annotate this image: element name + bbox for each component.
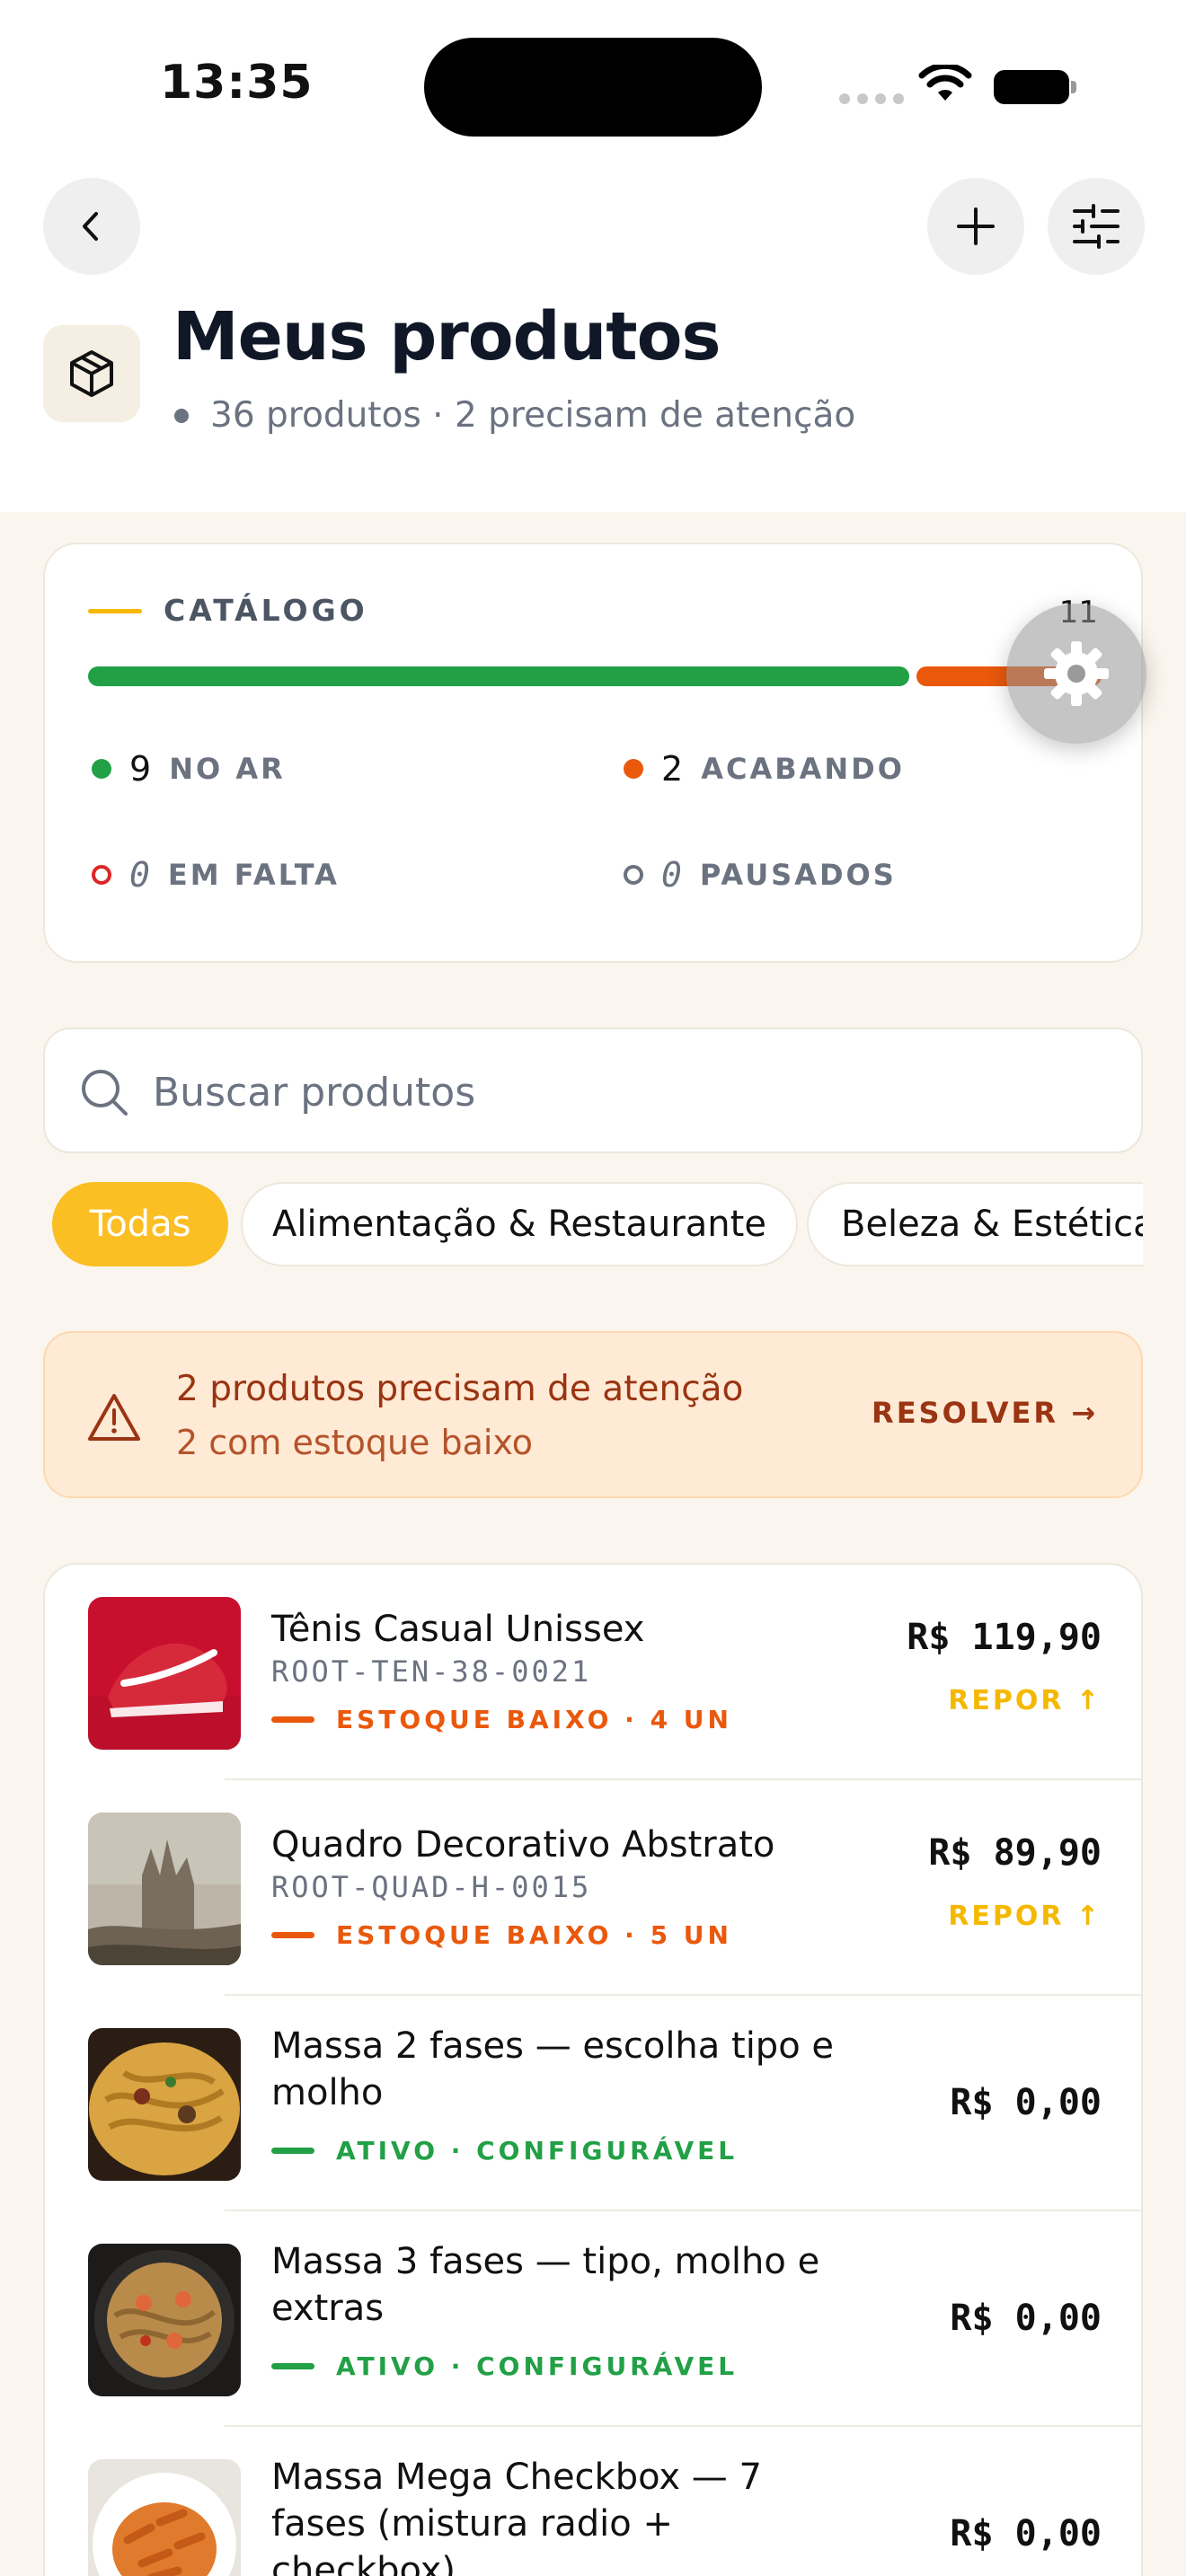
page-title: Meus produtos <box>173 298 721 375</box>
status-indicators <box>839 63 1091 108</box>
green-status-dot <box>92 759 111 779</box>
restock-button[interactable]: REPOR ↑ <box>948 1901 1102 1932</box>
battery-tip <box>1071 81 1076 93</box>
product-thumbnail-penne <box>88 2459 241 2576</box>
product-name: Quadro Decorativo Abstrato <box>271 1824 775 1866</box>
chip-todas[interactable]: Todas <box>52 1182 228 1266</box>
product-price: R$ 89,90 <box>928 1832 1102 1874</box>
stat-pausados: 0 PAUSADOS <box>624 855 897 895</box>
category-chips: Todas Alimentação & Restaurante Beleza &… <box>52 1182 1143 1270</box>
product-status: ATIVO · CONFIGURÁVEL <box>271 2136 738 2166</box>
stat-pausados-value: 0 <box>661 855 682 895</box>
alert-subtitle: 2 com estoque baixo <box>176 1423 534 1462</box>
status-line <box>271 2148 314 2154</box>
subtitle-dot <box>174 408 189 423</box>
cellular-signal-icon <box>839 93 904 104</box>
product-status: ESTOQUE BAIXO · 5 UN <box>271 1920 732 1950</box>
catalog-accent-dash <box>88 609 142 613</box>
stat-pausados-label: PAUSADOS <box>699 858 897 892</box>
stat-no-ar: 9 NO AR <box>92 749 286 789</box>
stat-em-falta: 0 EM FALTA <box>92 855 340 895</box>
product-row[interactable]: Massa Mega Checkbox — 7 fases (mistura r… <box>45 2427 1141 2576</box>
product-name: Tênis Casual Unissex <box>271 1609 645 1650</box>
product-sku: ROOT-TEN-38-0021 <box>271 1654 592 1689</box>
subtitle-text: 36 produtos · 2 precisam de atenção <box>210 395 856 436</box>
gear-icon <box>1044 641 1109 706</box>
restock-button[interactable]: REPOR ↑ <box>948 1685 1102 1716</box>
catalog-summary-card: CATÁLOGO 11 9 NO AR 2 ACABANDO 0 EM FALT… <box>43 543 1143 963</box>
red-ring-dot <box>92 865 111 885</box>
header: 13:35 Meus produtos 36 produtos · 2 prec… <box>0 0 1186 512</box>
attention-alert: 2 produtos precisam de atenção 2 com est… <box>43 1331 1143 1498</box>
stat-no-ar-value: 9 <box>129 749 152 789</box>
stat-acabando-value: 2 <box>661 749 684 789</box>
product-row[interactable]: Quadro Decorativo Abstrato ROOT-QUAD-H-0… <box>45 1780 1141 1996</box>
plus-icon <box>957 207 995 245</box>
product-list: Tênis Casual Unissex ROOT-TEN-38-0021 ES… <box>43 1563 1143 2576</box>
chevron-left-icon <box>83 212 98 241</box>
product-name: Massa 2 fases — escolha tipo e molho <box>271 2025 834 2113</box>
status-text: ESTOQUE BAIXO · 5 UN <box>336 1920 732 1950</box>
product-thumbnail-sneaker <box>88 1597 241 1750</box>
product-name: Massa 3 fases — tipo, molho e extras <box>271 2241 820 2329</box>
stat-em-falta-value: 0 <box>129 855 150 895</box>
battery-icon <box>994 70 1069 104</box>
product-row[interactable]: Massa 2 fases — escolha tipo e molho ATI… <box>45 1996 1141 2211</box>
search-icon <box>82 1070 128 1116</box>
product-sku: ROOT-QUAD-H-0015 <box>271 1870 592 1904</box>
resolve-button[interactable]: RESOLVER → <box>872 1396 1098 1430</box>
settings-fab[interactable] <box>1006 604 1146 744</box>
product-row[interactable]: Tênis Casual Unissex ROOT-TEN-38-0021 ES… <box>45 1565 1141 1780</box>
product-row[interactable]: Massa 3 fases — tipo, molho e extras ATI… <box>45 2211 1141 2427</box>
sliders-icon <box>1073 204 1120 249</box>
stat-no-ar-label: NO AR <box>169 752 286 786</box>
dynamic-island <box>424 38 762 137</box>
product-price: R$ 119,90 <box>907 1617 1102 1658</box>
product-price: R$ 0,00 <box>950 2513 1102 2554</box>
status-text: ATIVO · CONFIGURÁVEL <box>336 2351 739 2381</box>
stat-acabando-label: ACABANDO <box>701 752 905 786</box>
orange-status-dot <box>624 759 643 779</box>
chip-beleza-estetica[interactable]: Beleza & Estética <box>807 1182 1143 1266</box>
product-status: ATIVO · CONFIGURÁVEL <box>271 2351 738 2381</box>
chip-alimentacao-restaurante[interactable]: Alimentação & Restaurante <box>241 1182 798 1266</box>
back-button[interactable] <box>43 178 140 275</box>
product-thumbnail-painting <box>88 1813 241 1965</box>
product-status: ESTOQUE BAIXO · 4 UN <box>271 1705 732 1734</box>
status-text: ATIVO · CONFIGURÁVEL <box>336 2136 739 2166</box>
product-name: Massa Mega Checkbox — 7 fases (mistura r… <box>271 2457 762 2576</box>
search-input[interactable] <box>153 1056 1105 1128</box>
status-line <box>271 1716 314 1723</box>
status-line <box>271 1932 314 1938</box>
status-text: ESTOQUE BAIXO · 4 UN <box>336 1705 732 1734</box>
filter-button[interactable] <box>1048 178 1145 275</box>
product-thumbnail-pasta <box>88 2028 241 2181</box>
wifi-icon <box>918 65 972 101</box>
alert-title: 2 produtos precisam de atenção <box>176 1369 744 1409</box>
status-time: 13:35 <box>160 56 314 110</box>
product-thumbnail-pasta-shrimp <box>88 2244 241 2396</box>
add-product-button[interactable] <box>927 178 1024 275</box>
active-progress-bar <box>88 666 909 686</box>
page-subtitle: 36 produtos · 2 precisam de atenção <box>173 395 855 436</box>
package-icon <box>43 325 140 422</box>
search-bar[interactable] <box>43 1028 1143 1153</box>
stat-acabando: 2 ACABANDO <box>624 749 905 789</box>
catalog-label: CATÁLOGO <box>164 593 368 628</box>
gray-ring-dot <box>624 865 643 885</box>
product-price: R$ 0,00 <box>950 2082 1102 2123</box>
stat-em-falta-label: EM FALTA <box>167 858 340 892</box>
status-line <box>271 2363 314 2369</box>
warning-triangle-icon <box>88 1394 140 1441</box>
product-price: R$ 0,00 <box>950 2298 1102 2339</box>
